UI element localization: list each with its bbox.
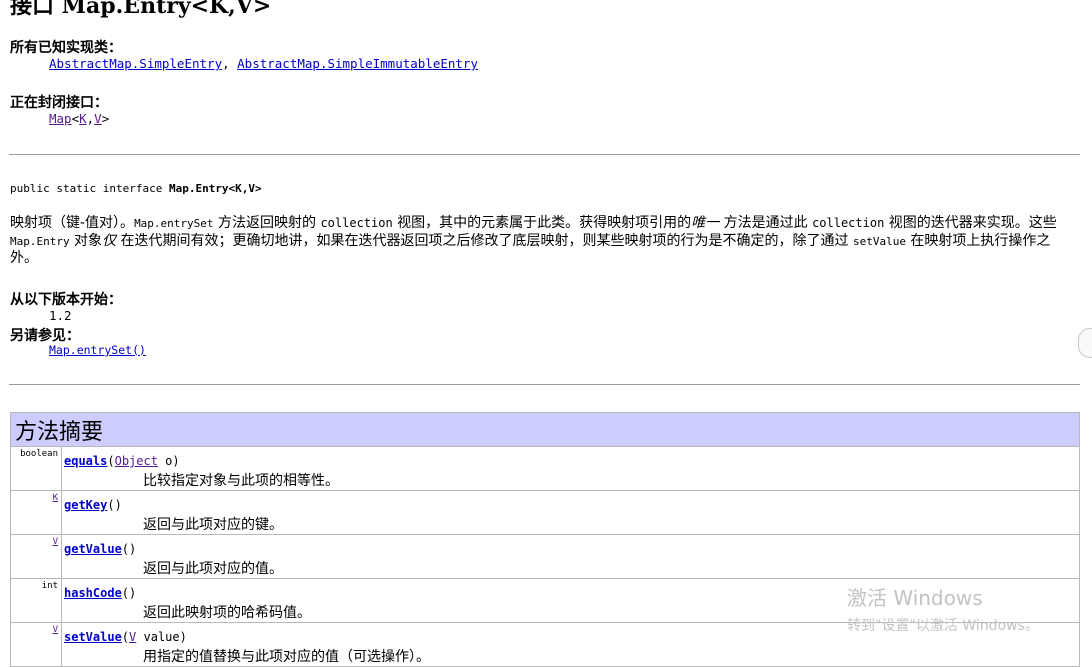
divider-bottom — [9, 384, 1080, 385]
return-type: V — [10, 622, 62, 667]
method-description: 返回与此项对应的键。 — [143, 517, 283, 533]
link-abstractmap-simpleentry[interactable]: AbstractMap.SimpleEntry — [49, 56, 222, 71]
page-title: 接口 Map.Entry<K,V> — [10, 0, 272, 19]
divider-top — [9, 154, 1080, 155]
param-open: ( — [107, 454, 115, 468]
desc-text: 视图的迭代器来实现。这些 — [884, 215, 1057, 231]
return-type-link-v[interactable]: V — [53, 537, 58, 547]
desc-code: Map.entrySet — [134, 217, 214, 230]
table-row: int hashCode() 返回此映射项的哈希码值。 — [10, 578, 1080, 623]
desc-code: collection — [812, 216, 885, 230]
table-row: V getValue() 返回与此项对应的值。 — [10, 534, 1080, 579]
declaration-prefix: public static interface — [10, 182, 169, 195]
gt-sign: > — [101, 111, 110, 126]
param-open: ( — [121, 586, 130, 600]
side-panel-handle[interactable] — [1078, 328, 1092, 358]
desc-code: collection — [320, 216, 393, 230]
param-rest: o) — [157, 454, 180, 468]
see-also-label: 另请参见： — [10, 328, 80, 344]
desc-text: 在迭代期间有效；更确切地讲，如果在迭代器返回项之后修改了底层映射，则某些映射项的… — [116, 232, 853, 249]
return-type-link-v[interactable]: V — [53, 625, 58, 635]
method-cell: hashCode() 返回此映射项的哈希码值。 — [61, 578, 1080, 623]
param-rest: ) — [129, 542, 137, 556]
method-description: 比较指定对象与此项的相等性。 — [143, 473, 339, 489]
method-summary-heading: 方法摘要 — [10, 412, 1080, 447]
desc-emphasis: 仅 — [102, 232, 117, 249]
desc-text: 对象 — [69, 232, 103, 249]
declaration-name: Map.Entry<K,V> — [168, 182, 262, 195]
param-rest: ) — [114, 498, 122, 512]
lt-sign: < — [71, 111, 80, 126]
method-link-getkey[interactable]: getKey — [64, 498, 107, 512]
method-cell: getValue() 返回与此项对应的值。 — [61, 534, 1080, 579]
impl-separator: , — [222, 56, 230, 71]
method-link-hashcode[interactable]: hashCode — [64, 586, 122, 600]
method-description: 返回与此项对应的值。 — [143, 561, 283, 577]
method-summary-table: 方法摘要 boolean equals(Object o) 比较指定对象与此项的… — [10, 412, 1080, 667]
method-cell: setValue(V value) 用指定的值替换与此项对应的值（可选操作）。 — [61, 622, 1080, 667]
param-type-link-object[interactable]: Object — [115, 454, 158, 468]
desc-text: 方法返回映射的 — [213, 215, 321, 231]
return-type-link-k[interactable]: K — [53, 493, 58, 503]
desc-emphasis: 唯一 — [691, 215, 720, 231]
known-impl-list: AbstractMap.SimpleEntry, AbstractMap.Sim… — [49, 56, 478, 71]
see-also-value: Map.entrySet() — [49, 343, 146, 357]
return-type: V — [10, 534, 62, 579]
param-open: ( — [121, 630, 130, 644]
method-cell: getKey() 返回与此项对应的键。 — [61, 490, 1080, 535]
return-type: int — [10, 578, 62, 623]
since-value: 1.2 — [49, 308, 72, 323]
link-type-v[interactable]: V — [94, 111, 102, 126]
method-summary-header-row: 方法摘要 — [10, 412, 1080, 447]
enclosing-interface-value: Map<K,V> — [49, 111, 109, 126]
return-type: boolean — [10, 446, 62, 491]
interface-declaration: public static interface Map.Entry<K,V> — [10, 182, 262, 195]
param-open: ( — [121, 542, 130, 556]
param-rest: ) — [129, 586, 137, 600]
table-row: V setValue(V value) 用指定的值替换与此项对应的值（可选操作）… — [10, 622, 1080, 667]
link-abstractmap-simpleimmutableentry[interactable]: AbstractMap.SimpleImmutableEntry — [237, 56, 478, 71]
method-link-equals[interactable]: equals — [64, 454, 107, 468]
link-map[interactable]: Map — [49, 111, 72, 126]
table-row: K getKey() 返回与此项对应的键。 — [10, 490, 1080, 535]
param-open: ( — [107, 498, 115, 512]
desc-code: setValue — [852, 234, 906, 248]
desc-text: 映射项（键-值对）。 — [10, 215, 135, 231]
table-row: boolean equals(Object o) 比较指定对象与此项的相等性。 — [10, 446, 1080, 491]
return-type: K — [10, 490, 62, 535]
link-map-entryset[interactable]: Map.entrySet() — [49, 343, 146, 357]
known-impl-label: 所有已知实现类： — [10, 40, 122, 56]
enclosing-interface-label: 正在封闭接口： — [10, 95, 108, 111]
method-link-getvalue[interactable]: getValue — [64, 542, 122, 556]
link-type-k[interactable]: K — [79, 111, 87, 126]
method-description: 用指定的值替换与此项对应的值（可选操作）。 — [143, 649, 430, 665]
desc-code: Map.Entry — [10, 234, 70, 248]
desc-text: 方法是通过此 — [719, 215, 813, 231]
method-cell: equals(Object o) 比较指定对象与此项的相等性。 — [61, 446, 1080, 491]
method-link-setvalue[interactable]: setValue — [64, 630, 122, 644]
desc-text: 视图，其中的元素属于此类。获得映射项引用的 — [392, 215, 692, 231]
method-description: 返回此映射项的哈希码值。 — [143, 605, 311, 621]
interface-description: 映射项（键-值对）。Map.entrySet 方法返回映射的 collectio… — [10, 215, 1078, 268]
since-label: 从以下版本开始： — [10, 292, 122, 308]
param-rest: value) — [136, 630, 187, 644]
